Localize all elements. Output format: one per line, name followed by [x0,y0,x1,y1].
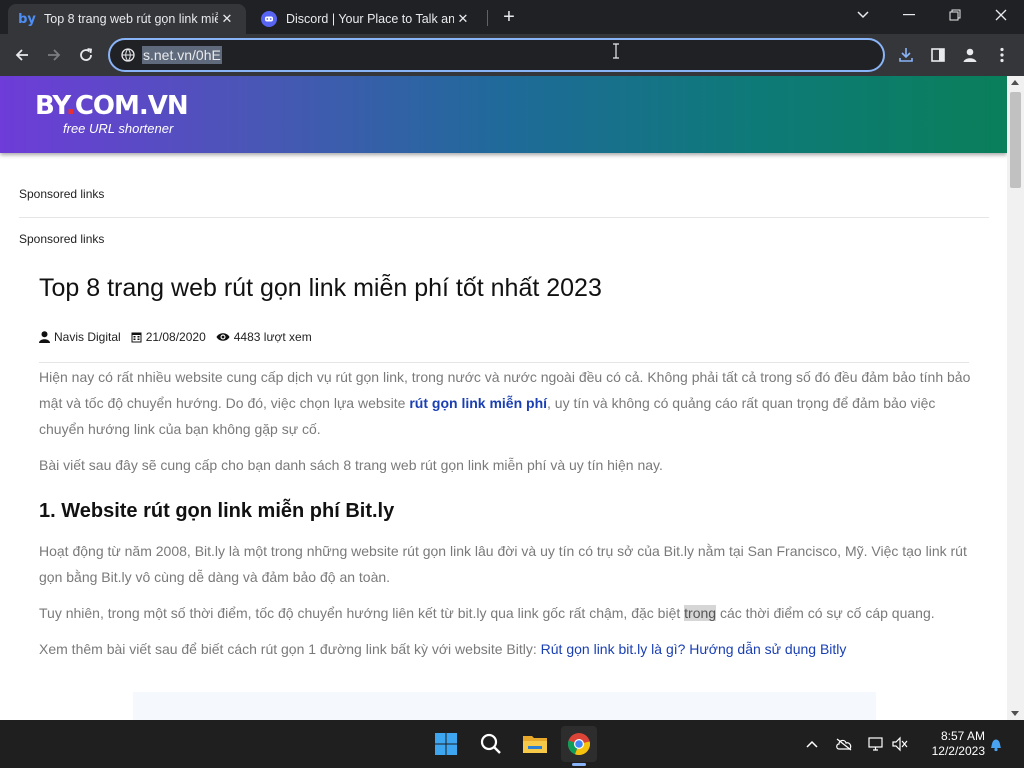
onedrive-icon[interactable] [834,734,854,754]
forward-icon[interactable] [40,41,68,69]
bitly-guide-link[interactable]: Rút gọn link bit.ly là gì? Hướng dẫn sử … [541,641,847,657]
profile-icon[interactable] [958,43,982,67]
site-logo[interactable]: BY.COM.VN [35,91,189,121]
section-heading: 1. Website rút gọn link miễn phí Bit.ly [39,500,395,522]
tab-title: Discord | Your Place to Talk and [286,12,454,26]
meta-views: 4483 lượt xem [216,330,312,344]
paragraph-speed: Tuy nhiên, trong một số thời điểm, tốc đ… [39,600,971,626]
tab-search-icon[interactable] [840,0,886,30]
article-title: Top 8 trang web rút gọn link miễn phí tố… [39,274,602,302]
paragraph-intro: Hiện nay có rất nhiều website cung cấp d… [39,364,971,442]
text-cursor-icon [612,43,620,59]
post-date: 21/08/2020 [145,330,206,344]
scrollbar-thumb[interactable] [1010,92,1021,188]
view-count: 4483 lượt xem [233,330,312,344]
article: Top 8 trang web rút gọn link miễn phí tố… [39,274,970,657]
tab-divider [487,10,488,26]
address-bar[interactable]: s.net.vn/0hE [108,38,885,72]
file-explorer-icon[interactable] [517,726,553,762]
tab-discord[interactable]: Discord | Your Place to Talk and ✕ [250,4,482,34]
highlighted-word: trong [684,605,717,621]
page-scrollbar[interactable] [1007,76,1024,720]
paragraph-summary: Bài viết sau đây sẽ cung cấp cho bạn dan… [39,457,663,473]
download-icon[interactable] [894,43,918,67]
user-icon [39,331,50,343]
chrome-icon[interactable] [561,726,597,762]
by-favicon-icon: by [18,11,36,27]
site-tagline: free URL shortener [63,121,174,136]
author-name: Navis Digital [54,330,121,344]
close-tab-icon[interactable]: ✕ [218,10,236,28]
reload-icon[interactable] [72,41,100,69]
notification-bell-icon[interactable] [986,734,1006,754]
side-panel-icon[interactable] [926,43,950,67]
clock-time: 8:57 AM [940,729,985,743]
tab-bycomvn[interactable]: by Top 8 trang web rút gọn link miễ ✕ [8,4,246,34]
speed-text-a: Tuy nhiên, trong một số thời điểm, tốc đ… [39,605,685,621]
chevron-up-icon[interactable] [802,734,822,754]
calendar-icon [131,332,142,343]
speed-text-b: các thời điểm có sự cố cáp quang. [716,605,935,621]
search-icon[interactable] [473,726,509,762]
free-shortener-link[interactable]: rút gọn link miễn phí [409,395,547,411]
network-icon[interactable] [866,734,886,754]
close-window-icon[interactable] [978,0,1024,30]
new-tab-button[interactable]: + [498,6,520,28]
logo-main: BY [35,91,67,121]
sponsored-label: Sponsored links [19,232,105,246]
paragraph-see-more: Xem thêm bài viết sau để biết cách rút g… [39,636,971,662]
site-info-icon[interactable] [120,47,136,63]
see-more-text: Xem thêm bài viết sau để biết cách rút g… [39,641,541,657]
minimize-icon[interactable] [886,0,932,30]
ad-placeholder[interactable] [133,692,876,720]
logo-rest: COM.VN [74,91,189,121]
browser-toolbar: s.net.vn/0hE [0,34,1024,76]
start-icon[interactable] [428,726,464,762]
logo-dot: . [65,91,76,121]
divider [19,217,989,218]
back-icon[interactable] [8,41,36,69]
paragraph-bitly: Hoạt động từ năm 2008, Bit.ly là một tro… [39,543,967,585]
meta-author: Navis Digital [39,330,121,344]
scroll-down-icon[interactable] [1011,711,1019,716]
system-clock[interactable]: 8:57 AM 12/2/2023 [915,729,985,759]
tab-title: Top 8 trang web rút gọn link miễ [44,12,218,26]
menu-kebab-icon[interactable] [990,43,1014,67]
meta-date: 21/08/2020 [131,330,206,344]
close-tab-icon[interactable]: ✕ [454,10,472,28]
restore-icon[interactable] [932,0,978,30]
divider [39,362,969,363]
scroll-up-icon[interactable] [1011,80,1019,85]
discord-favicon-icon [260,10,278,28]
eye-icon [216,333,230,341]
address-url[interactable]: s.net.vn/0hE [142,46,222,64]
site-header: BY.COM.VN free URL shortener [0,76,1007,153]
clock-date: 12/2/2023 [931,744,985,758]
tab-strip: by Top 8 trang web rút gọn link miễ ✕ Di… [0,0,1024,34]
volume-muted-icon[interactable] [890,734,910,754]
article-meta: Navis Digital 21/08/2020 4483 lượt xem [39,330,322,344]
windows-taskbar: 8:57 AM 12/2/2023 [0,720,1024,768]
page-viewport: BY.COM.VN free URL shortener Sponsored l… [0,76,1024,720]
sponsored-label: Sponsored links [19,187,105,201]
active-app-indicator [572,763,586,766]
